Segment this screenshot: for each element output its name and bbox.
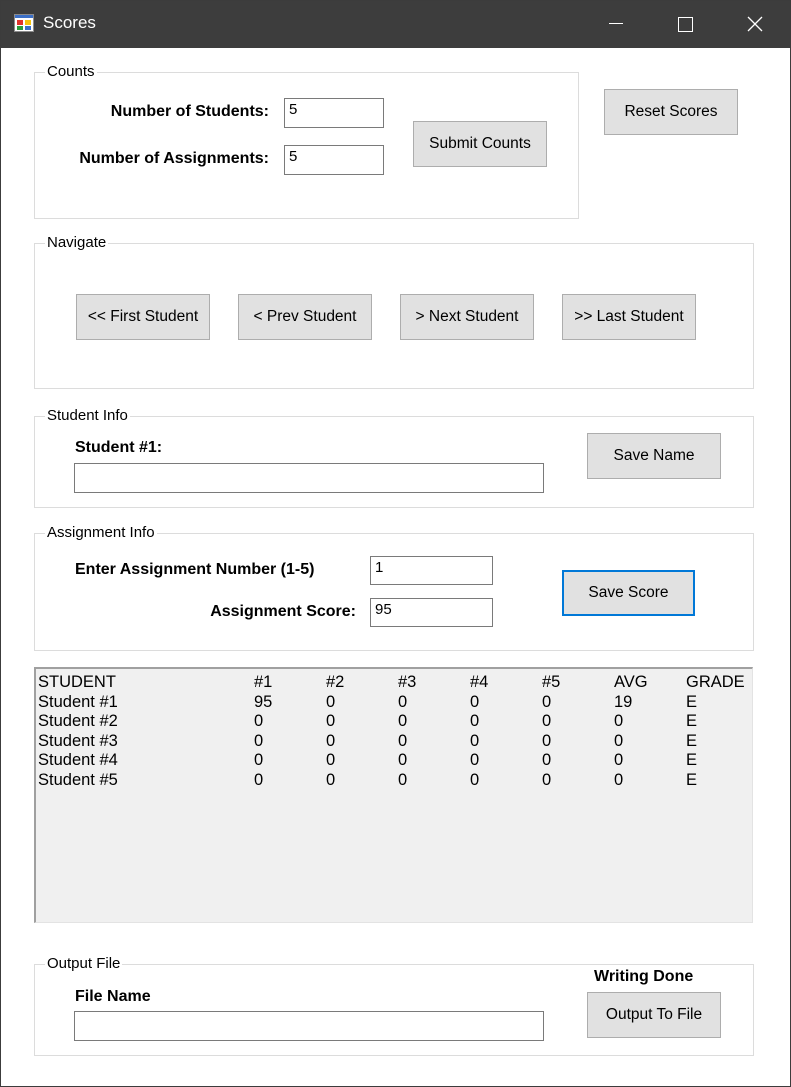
- save-name-button[interactable]: Save Name: [587, 433, 721, 479]
- students-count-label: Number of Students:: [110, 103, 269, 120]
- header-assignment-2: #2: [326, 673, 345, 691]
- cell-grade: E: [686, 692, 698, 711]
- cell-score: 0: [326, 731, 336, 750]
- submit-counts-button[interactable]: Submit Counts: [413, 121, 547, 167]
- cell-score: 0: [542, 692, 552, 711]
- student-number-label: Student #1:: [75, 439, 163, 456]
- cell-score: 0: [470, 712, 480, 730]
- minimize-icon: [609, 23, 623, 24]
- save-score-button[interactable]: Save Score: [562, 570, 695, 616]
- student-info-group: Student Info Student #1: Save Name: [34, 407, 754, 508]
- students-count-input[interactable]: 5: [284, 98, 384, 128]
- maximize-icon: [677, 16, 693, 32]
- counts-group: Counts Number of Students: Number of Ass…: [34, 63, 579, 219]
- assignment-score-label: Assignment Score:: [210, 603, 356, 620]
- cell-score: 0: [254, 770, 264, 789]
- cell-grade: E: [686, 751, 698, 769]
- cell-score: 0: [470, 692, 480, 711]
- cell-average: 0: [614, 731, 624, 750]
- first-student-button[interactable]: << First Student: [76, 294, 210, 340]
- prev-student-button[interactable]: < Prev Student: [238, 294, 372, 340]
- cell-score: 0: [470, 770, 480, 789]
- table-header-row: STUDENT #1 #2 #3 #4 #5 AVG GRADE: [36, 673, 751, 693]
- file-name-input[interactable]: [74, 1011, 544, 1041]
- reset-scores-button[interactable]: Reset Scores: [604, 89, 738, 135]
- cell-grade: E: [686, 712, 698, 730]
- cell-score: 0: [398, 751, 408, 769]
- assignment-score-input[interactable]: 95: [370, 598, 493, 627]
- close-icon: [747, 16, 763, 32]
- maximize-button[interactable]: [651, 1, 719, 47]
- table-row[interactable]: Student #4 0 0 0 0 0 0 E: [36, 751, 751, 771]
- cell-score: 0: [254, 731, 264, 750]
- table-row[interactable]: Student #1 95 0 0 0 0 19 E: [36, 693, 751, 713]
- writing-status-label: Writing Done: [594, 968, 694, 985]
- header-assignment-3: #3: [398, 673, 417, 691]
- table-row[interactable]: Student #2 0 0 0 0 0 0 E: [36, 712, 751, 732]
- cell-grade: E: [686, 731, 698, 750]
- navigate-group-title: Navigate: [45, 234, 109, 251]
- cell-score: 95: [254, 692, 273, 711]
- cell-average: 19: [614, 692, 633, 711]
- cell-average: 0: [614, 770, 624, 789]
- cell-score: 0: [326, 712, 336, 730]
- cell-score: 0: [542, 712, 552, 730]
- cell-score: 0: [470, 751, 480, 769]
- last-student-button[interactable]: >> Last Student: [562, 294, 696, 340]
- cell-score: 0: [254, 751, 264, 769]
- header-assignment-1: #1: [254, 673, 273, 691]
- title-bar[interactable]: Scores: [1, 1, 790, 48]
- client-area: Counts Number of Students: Number of Ass…: [1, 48, 790, 1086]
- window-title: Scores: [43, 13, 96, 32]
- cell-score: 0: [326, 770, 336, 789]
- cell-score: 0: [398, 692, 408, 711]
- cell-student-name: Student #4: [38, 751, 118, 769]
- cell-average: 0: [614, 751, 624, 769]
- output-to-file-button[interactable]: Output To File: [587, 992, 721, 1038]
- student-info-group-title: Student Info: [45, 407, 130, 424]
- cell-grade: E: [686, 770, 698, 789]
- cell-score: 0: [398, 731, 408, 750]
- file-name-label: File Name: [75, 988, 151, 1005]
- cell-student-name: Student #1: [38, 692, 118, 711]
- header-assignment-4: #4: [470, 673, 489, 691]
- cell-score: 0: [398, 770, 408, 789]
- table-row[interactable]: Student #5 0 0 0 0 0 0 E: [36, 771, 751, 791]
- assignments-count-label: Number of Assignments:: [79, 150, 269, 167]
- cell-score: 0: [470, 731, 480, 750]
- cell-score: 0: [326, 751, 336, 769]
- assignment-number-input[interactable]: 1: [370, 556, 493, 585]
- header-student: STUDENT: [38, 673, 116, 691]
- assignment-info-group: Assignment Info Enter Assignment Number …: [34, 524, 754, 651]
- table-row[interactable]: Student #3 0 0 0 0 0 0 E: [36, 732, 751, 752]
- cell-score: 0: [254, 712, 264, 730]
- minimize-button[interactable]: [582, 1, 650, 47]
- header-grade: GRADE: [686, 673, 745, 691]
- cell-score: 0: [542, 751, 552, 769]
- close-button[interactable]: [721, 1, 789, 47]
- output-file-group: Output File File Name Writing Done Outpu…: [34, 955, 754, 1056]
- scores-listbox[interactable]: STUDENT #1 #2 #3 #4 #5 AVG GRADE Student…: [34, 667, 753, 923]
- app-window-icon: [14, 14, 34, 32]
- next-student-button[interactable]: > Next Student: [400, 294, 534, 340]
- cell-score: 0: [542, 770, 552, 789]
- header-assignment-5: #5: [542, 673, 561, 691]
- cell-student-name: Student #2: [38, 712, 118, 730]
- student-name-input[interactable]: [74, 463, 544, 493]
- cell-student-name: Student #5: [38, 770, 118, 789]
- header-average: AVG: [614, 673, 648, 691]
- output-file-group-title: Output File: [45, 955, 123, 972]
- counts-group-title: Counts: [45, 63, 97, 80]
- cell-score: 0: [326, 692, 336, 711]
- navigate-group: Navigate << First Student < Prev Student…: [34, 234, 754, 389]
- cell-score: 0: [398, 712, 408, 730]
- assignments-count-input[interactable]: 5: [284, 145, 384, 175]
- cell-score: 0: [542, 731, 552, 750]
- cell-student-name: Student #3: [38, 731, 118, 750]
- assignment-number-label: Enter Assignment Number (1-5): [75, 561, 315, 578]
- app-window: Scores Counts Number of Students: Number…: [0, 0, 791, 1087]
- assignment-info-group-title: Assignment Info: [45, 524, 157, 541]
- cell-average: 0: [614, 712, 624, 730]
